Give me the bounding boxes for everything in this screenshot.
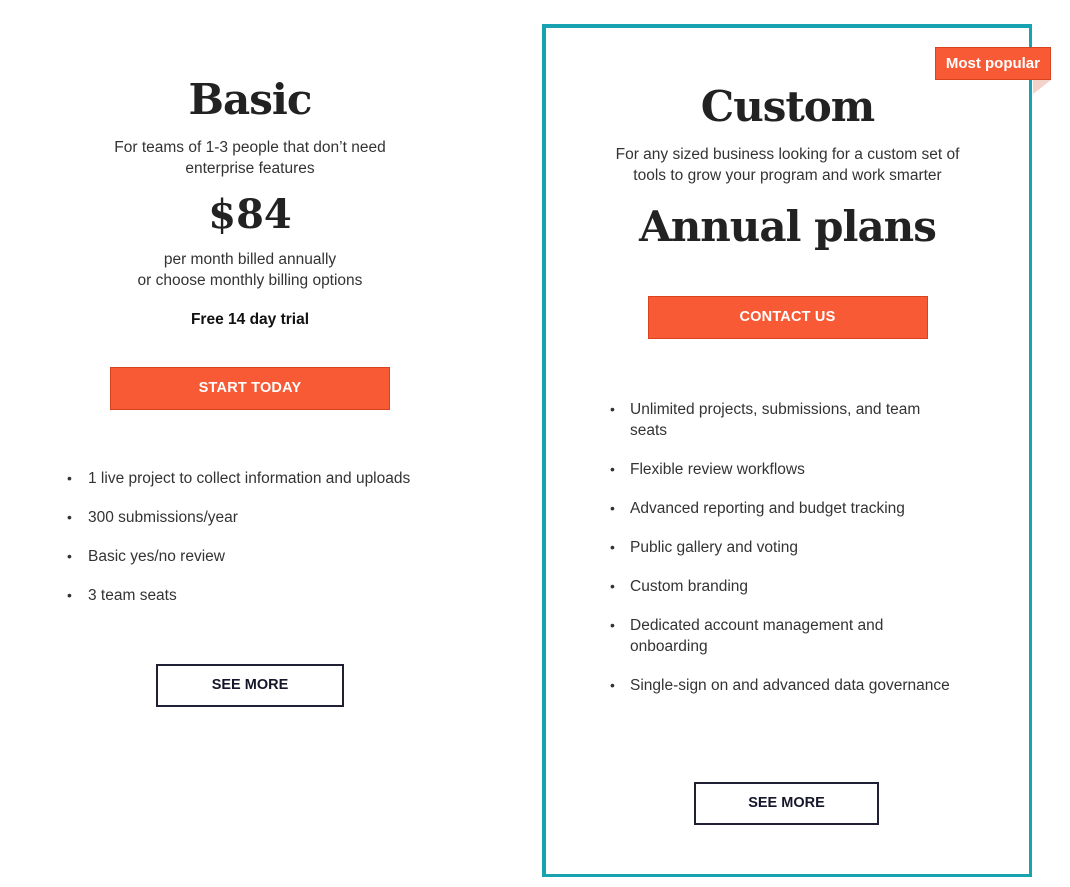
- custom-description-line-1: For any sized business looking for a cus…: [615, 146, 960, 164]
- feature-item: • Basic yes/no review: [40, 546, 460, 567]
- annual-plans-heading: Annual plans: [639, 202, 937, 252]
- feature-text: Single-sign on and advanced data governa…: [630, 677, 950, 695]
- feature-item: • Unlimited projects, submissions, and te…: [546, 399, 959, 441]
- custom-see-more-button[interactable]: SEE MORE: [694, 782, 879, 825]
- feature-item: • Flexible review workflows: [546, 459, 959, 480]
- feature-text: 300 submissions/year: [88, 509, 238, 527]
- basic-description-line-2: enterprise features: [185, 160, 315, 178]
- bullet-icon: •: [67, 470, 72, 487]
- bullet-icon: •: [610, 461, 615, 478]
- custom-plan-title: Custom: [700, 82, 875, 131]
- basic-plan-title: Basic: [188, 75, 313, 124]
- bullet-icon: •: [610, 677, 615, 694]
- basic-plan-description: For teams of 1-3 people that don’t need …: [80, 137, 420, 179]
- feature-text: Advanced reporting and budget tracking: [630, 500, 905, 518]
- feature-item: • Custom branding: [546, 576, 959, 597]
- feature-item: • Single-sign on and advanced data govern…: [546, 675, 959, 696]
- most-popular-badge: Most popular: [934, 47, 1051, 80]
- feature-text: Basic yes/no review: [88, 548, 225, 566]
- bullet-icon: •: [67, 509, 72, 526]
- start-today-button[interactable]: START TODAY: [110, 367, 390, 411]
- basic-feature-list: • 1 live project to collect information a…: [40, 468, 460, 606]
- custom-description-line-2: tools to grow your program and work smar…: [633, 167, 942, 185]
- custom-plan-card: Most popular Custom For any sized busine…: [542, 24, 1051, 877]
- feature-text: Unlimited projects, submissions, and tea…: [630, 401, 921, 440]
- feature-item: • Public gallery and voting: [546, 537, 959, 558]
- feature-text: 3 team seats: [88, 587, 177, 605]
- feature-text: Custom branding: [630, 578, 749, 596]
- free-trial-label: Free 14 day trial: [190, 311, 310, 329]
- bullet-icon: •: [610, 401, 615, 418]
- bullet-icon: •: [67, 548, 72, 565]
- bullet-icon: •: [610, 578, 615, 595]
- bullet-icon: •: [610, 500, 615, 517]
- billing-line-2: or choose monthly billing options: [137, 272, 363, 290]
- custom-plan-description: For any sized business looking for a cus…: [598, 144, 978, 186]
- feature-item: • 3 team seats: [40, 585, 460, 606]
- bullet-icon: •: [610, 617, 615, 634]
- badge-fold-decoration: [1033, 80, 1051, 94]
- feature-item: • 1 live project to collect information a…: [40, 468, 460, 489]
- bullet-icon: •: [610, 539, 615, 556]
- contact-us-button[interactable]: CONTACT US: [647, 296, 928, 340]
- basic-see-more-button[interactable]: SEE MORE: [156, 664, 344, 708]
- feature-item: • 300 submissions/year: [40, 507, 460, 528]
- feature-item: • Dedicated account management and onboar…: [546, 615, 959, 657]
- feature-text: Dedicated account management and onboard…: [630, 617, 884, 656]
- basic-price: $84: [208, 191, 292, 239]
- custom-feature-list: • Unlimited projects, submissions, and te…: [546, 399, 1029, 696]
- feature-text: Flexible review workflows: [630, 461, 805, 479]
- billing-line-1: per month billed annually: [163, 251, 337, 269]
- bullet-icon: •: [67, 587, 72, 604]
- basic-description-line-1: For teams of 1-3 people that don’t need: [114, 139, 386, 157]
- basic-plan-card: Basic For teams of 1-3 people that don’t…: [40, 60, 460, 708]
- feature-text: 1 live project to collect information an…: [88, 470, 411, 488]
- billing-info: per month billed annually or choose mont…: [40, 249, 460, 291]
- feature-text: Public gallery and voting: [630, 539, 799, 557]
- feature-item: • Advanced reporting and budget tracking: [546, 498, 959, 519]
